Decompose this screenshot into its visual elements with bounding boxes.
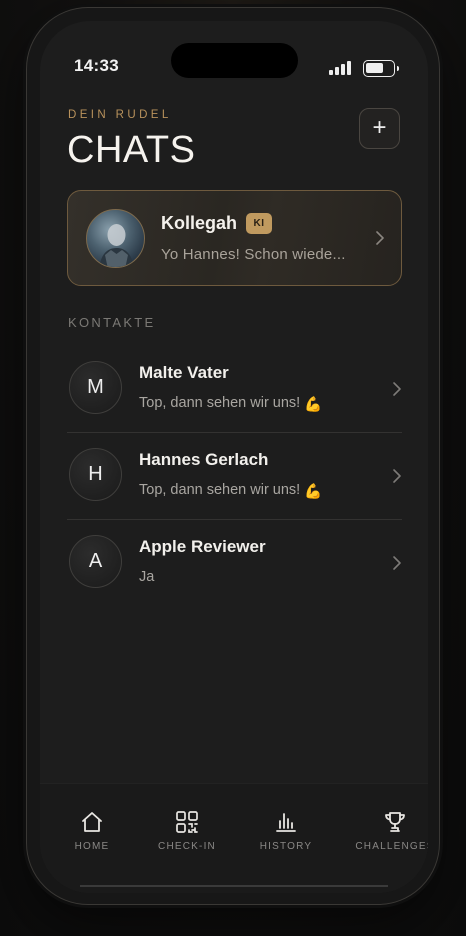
ai-badge: KI xyxy=(246,213,272,234)
chevron-right-icon xyxy=(393,382,401,396)
contact-name: Malte Vater xyxy=(139,363,229,382)
avatar xyxy=(86,209,145,268)
tab-bar: HOME CHECK-IN HISTORY CHALLENGES xyxy=(40,783,428,893)
status-time: 14:33 xyxy=(74,56,119,75)
featured-chat-name: Kollegah xyxy=(161,213,238,233)
battery-icon xyxy=(363,60,399,77)
avatar: A xyxy=(69,535,122,588)
tab-label: CHALLENGES xyxy=(355,841,428,852)
qr-code-icon xyxy=(176,811,198,833)
chevron-right-icon xyxy=(376,231,384,245)
contact-row[interactable]: M Malte Vater Top, dann sehen wir uns! 💪 xyxy=(67,346,402,433)
avatar: M xyxy=(69,361,122,414)
contact-preview: Top, dann sehen wir uns! 💪 xyxy=(139,395,323,413)
chevron-right-icon xyxy=(393,469,401,483)
tab-label: HOME xyxy=(74,841,110,852)
dynamic-island xyxy=(171,43,298,78)
cellular-signal-icon xyxy=(329,61,355,75)
home-indicator xyxy=(80,885,388,887)
contact-preview: Top, dann sehen wir uns! 💪 xyxy=(139,482,323,500)
tab-check-in[interactable]: CHECK-IN xyxy=(142,810,232,852)
contact-preview: Ja xyxy=(139,569,155,585)
phone-frame: 14:33 DEIN RUDEL CHATS + Kollegah KI Yo … xyxy=(26,7,440,905)
plus-icon: + xyxy=(372,114,387,141)
featured-chat-preview: Yo Hannes! Schon wiede... xyxy=(161,246,346,263)
tab-history[interactable]: HISTORY xyxy=(241,810,331,852)
trophy-icon xyxy=(385,812,405,832)
screen: 14:33 DEIN RUDEL CHATS + Kollegah KI Yo … xyxy=(40,21,428,893)
tab-label: CHECK-IN xyxy=(158,841,216,852)
new-chat-button[interactable]: + xyxy=(359,108,400,149)
page-eyebrow: DEIN RUDEL xyxy=(68,109,172,121)
chevron-right-icon xyxy=(393,556,401,570)
tab-label: HISTORY xyxy=(259,841,313,852)
avatar: H xyxy=(69,448,122,501)
featured-chat-card[interactable]: Kollegah KI Yo Hannes! Schon wiede... xyxy=(67,190,402,286)
tab-challenges[interactable]: CHALLENGES xyxy=(350,810,428,852)
contacts-section-label: KONTAKTE xyxy=(68,315,156,330)
home-icon xyxy=(82,812,102,832)
tab-home[interactable]: HOME xyxy=(47,810,137,852)
bar-chart-icon xyxy=(276,813,296,832)
flexed-biceps-emoji: 💪 xyxy=(304,397,323,413)
contact-row[interactable]: H Hannes Gerlach Top, dann sehen wir uns… xyxy=(67,433,402,520)
page-title: CHATS xyxy=(67,129,196,171)
contact-name: Hannes Gerlach xyxy=(139,450,269,469)
flexed-biceps-emoji: 💪 xyxy=(304,484,323,500)
contact-name: Apple Reviewer xyxy=(139,537,266,556)
contact-row[interactable]: A Apple Reviewer Ja xyxy=(67,520,402,607)
